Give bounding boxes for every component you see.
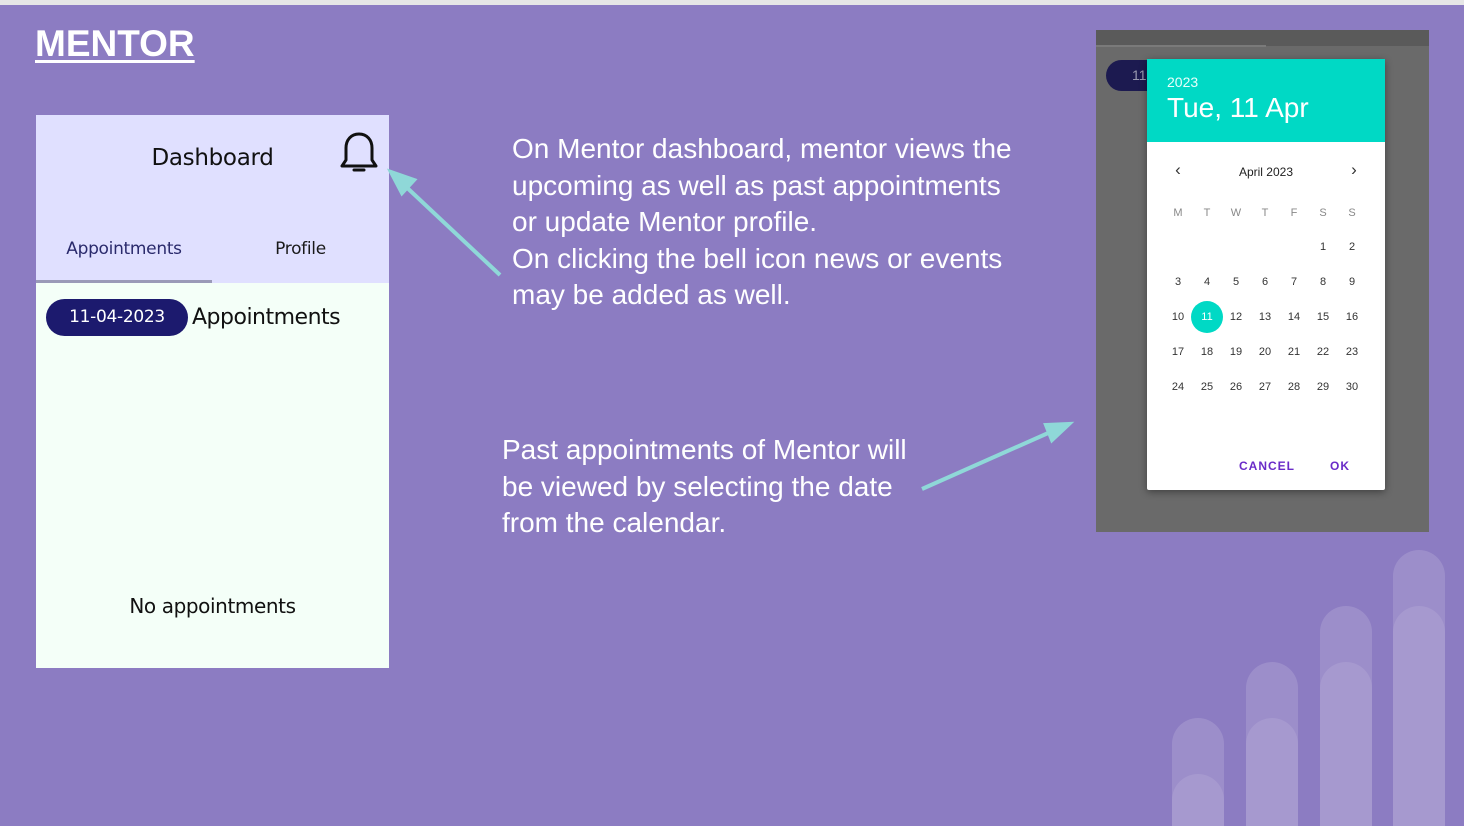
weekday-label: W <box>1230 207 1242 219</box>
screenshot-tab-line <box>1096 45 1266 47</box>
calendar-day[interactable]: 13 <box>1249 301 1281 333</box>
chevron-right-icon[interactable]: › <box>1343 159 1365 181</box>
dashboard-description-line1: On Mentor dashboard, mentor views the up… <box>512 133 1012 310</box>
screenshot-top-bar <box>1096 30 1429 46</box>
weekday-label: S <box>1319 207 1327 219</box>
dashboard-description: On Mentor dashboard, mentor views the up… <box>512 131 1032 314</box>
tab-appointments[interactable]: Appointments <box>36 239 212 259</box>
weekday-label: M <box>1173 207 1183 219</box>
calendar-description: Past appointments of Mentor will be view… <box>502 434 907 538</box>
calendar-day[interactable]: 30 <box>1336 371 1368 403</box>
calendar-day[interactable]: 17 <box>1162 336 1194 368</box>
arrow-to-calendar <box>921 421 1075 491</box>
date-picker-screenshot: 11 2023 Tue, 11 Apr ‹ April 2023 › MTWTF… <box>1096 30 1429 532</box>
active-tab-indicator <box>36 280 212 283</box>
date-picker-dialog: 2023 Tue, 11 Apr ‹ April 2023 › MTWTFSS1… <box>1147 59 1385 490</box>
calendar-day[interactable]: 22 <box>1307 336 1339 368</box>
appointments-heading: Appointments <box>192 305 341 330</box>
calendar-day[interactable]: 12 <box>1220 301 1252 333</box>
date-picker-header: 2023 Tue, 11 Apr <box>1147 59 1385 142</box>
calendar-day[interactable]: 8 <box>1307 266 1339 298</box>
calendar-day[interactable]: 4 <box>1191 266 1223 298</box>
weekday-label: S <box>1348 207 1356 219</box>
top-border <box>0 0 1464 5</box>
calendar-day[interactable]: 16 <box>1336 301 1368 333</box>
decorative-column <box>1172 774 1224 826</box>
calendar-day[interactable]: 14 <box>1278 301 1310 333</box>
weekday-label: F <box>1290 207 1298 219</box>
dashboard-screen: Dashboard Appointments Profile 11-04-202… <box>36 115 389 668</box>
calendar-day[interactable]: 7 <box>1278 266 1310 298</box>
ok-button[interactable]: OK <box>1330 459 1350 473</box>
dashboard-title: Dashboard <box>151 145 274 171</box>
calendar-day[interactable]: 20 <box>1249 336 1281 368</box>
tab-profile[interactable]: Profile <box>212 239 389 259</box>
calendar-day[interactable]: 25 <box>1191 371 1223 403</box>
calendar-day[interactable]: 6 <box>1249 266 1281 298</box>
arrow-to-bell <box>386 168 502 277</box>
slide-title: MENTOR <box>35 23 195 64</box>
calendar-day[interactable]: 24 <box>1162 371 1194 403</box>
empty-state-message: No appointments <box>129 594 296 618</box>
calendar-day[interactable]: 26 <box>1220 371 1252 403</box>
calendar-day[interactable]: 23 <box>1336 336 1368 368</box>
calendar-day[interactable]: 19 <box>1220 336 1252 368</box>
date-chip[interactable]: 11-04-2023 <box>46 299 188 336</box>
calendar-day[interactable]: 29 <box>1307 371 1339 403</box>
calendar-day-selected[interactable]: 11 <box>1191 301 1223 333</box>
picker-selected-date: Tue, 11 Apr <box>1167 92 1309 123</box>
calendar-day[interactable]: 27 <box>1249 371 1281 403</box>
calendar-day[interactable]: 15 <box>1307 301 1339 333</box>
weekday-label: T <box>1261 207 1269 219</box>
calendar-day[interactable]: 5 <box>1220 266 1252 298</box>
decorative-column <box>1246 718 1298 826</box>
calendar-day[interactable]: 18 <box>1191 336 1223 368</box>
cancel-button[interactable]: CANCEL <box>1239 459 1295 473</box>
calendar-day[interactable]: 21 <box>1278 336 1310 368</box>
calendar-day[interactable]: 10 <box>1162 301 1194 333</box>
calendar-day[interactable]: 1 <box>1307 231 1339 263</box>
decorative-column <box>1320 662 1372 826</box>
decorative-column <box>1393 606 1445 826</box>
calendar-day[interactable]: 2 <box>1336 231 1368 263</box>
calendar-day[interactable]: 3 <box>1162 266 1194 298</box>
weekday-label: T <box>1203 207 1211 219</box>
calendar-day[interactable]: 28 <box>1278 371 1310 403</box>
calendar-day[interactable]: 9 <box>1336 266 1368 298</box>
bell-icon[interactable] <box>339 131 379 177</box>
picker-year[interactable]: 2023 <box>1167 74 1198 90</box>
dashboard-header: Dashboard Appointments Profile <box>36 115 389 283</box>
